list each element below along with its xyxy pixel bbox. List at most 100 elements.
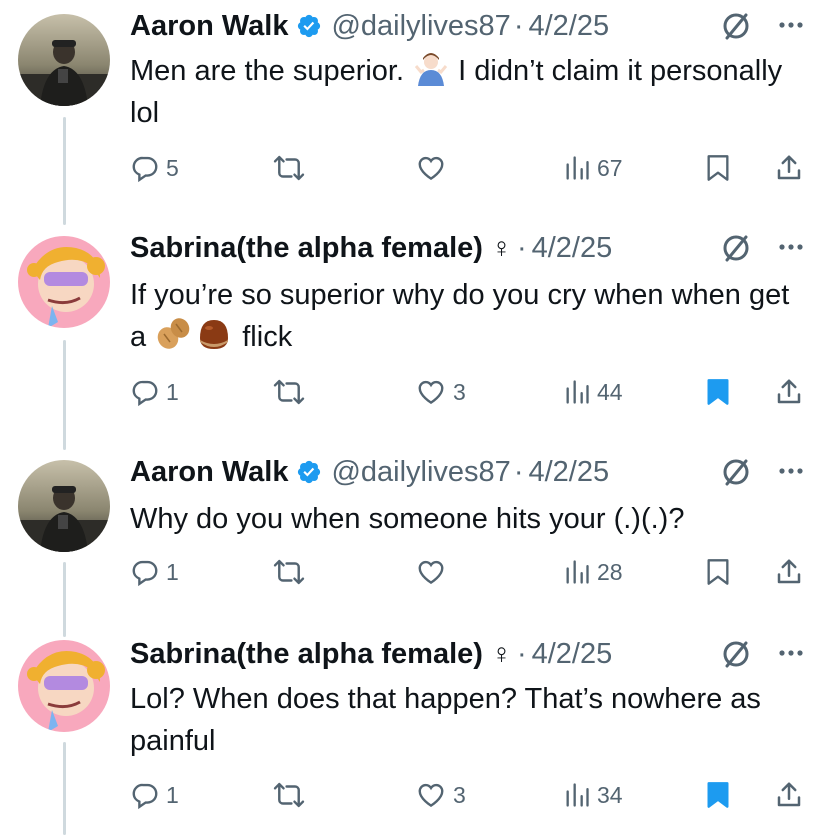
grok-icon[interactable]: [720, 456, 752, 488]
tweet-date[interactable]: 4/2/25: [528, 10, 609, 43]
tweet-header: Aaron Walk @dailylives87 · 4/2/25: [130, 6, 828, 46]
bookmark-button[interactable]: [704, 552, 732, 592]
tweet[interactable]: Sabrina(the alpha female) ♀ · 4/2/25 If …: [0, 222, 828, 442]
tweet-date[interactable]: 4/2/25: [532, 638, 613, 671]
more-options-icon[interactable]: [776, 456, 806, 486]
peanut-emoji-icon: [157, 318, 190, 349]
retweet-icon: [273, 155, 305, 181]
author-name[interactable]: Aaron Walk: [130, 456, 288, 489]
reply-count: 1: [166, 781, 179, 808]
tweet-text: Lol? When does that happen? That’s nowhe…: [130, 683, 761, 757]
like-count: 3: [453, 378, 466, 405]
tweet-text: If you’re so superior why do you cry whe…: [130, 274, 810, 358]
tweet-text: Why do you when someone hits your (.)(.)…: [130, 503, 685, 535]
bookmark-icon: [707, 559, 729, 585]
tweet[interactable]: Aaron Walk @dailylives87 · 4/2/25 Men ar…: [0, 0, 828, 220]
author-name[interactable]: Sabrina(the alpha female): [130, 638, 483, 671]
tweet-text-part: flick: [234, 321, 293, 353]
tweet-actions: 1 3 44: [0, 372, 828, 412]
like-button[interactable]: [415, 148, 453, 188]
retweet-button[interactable]: [272, 372, 312, 412]
retweet-button[interactable]: [272, 148, 312, 188]
reply-count: 1: [166, 558, 179, 585]
author-name[interactable]: Aaron Walk: [130, 10, 288, 43]
chestnut-emoji-icon: [200, 320, 229, 349]
like-count: 3: [453, 781, 466, 808]
view-count: 44: [597, 378, 623, 405]
grok-icon[interactable]: [720, 232, 752, 264]
tweet-actions: 5 67: [0, 148, 828, 188]
bookmark-button[interactable]: [704, 775, 732, 815]
heart-icon: [418, 380, 444, 405]
avatar-cartoon: [18, 236, 110, 328]
bookmark-filled-icon: [707, 782, 729, 808]
reply-button[interactable]: 1: [130, 372, 179, 412]
reply-count: 5: [166, 154, 179, 181]
views-button[interactable]: 28: [563, 552, 623, 592]
bookmark-button[interactable]: [704, 148, 732, 188]
views-chart-icon: [566, 783, 589, 807]
share-button[interactable]: [774, 552, 804, 592]
retweet-icon: [273, 379, 305, 405]
views-button[interactable]: 67: [563, 148, 623, 188]
reply-button[interactable]: 1: [130, 552, 179, 592]
more-options-icon[interactable]: [776, 638, 806, 668]
avatar[interactable]: [18, 460, 110, 552]
reply-icon: [132, 783, 158, 810]
share-icon: [777, 782, 801, 807]
avatar[interactable]: [18, 14, 110, 106]
separator-dot: ·: [516, 637, 527, 670]
heart-icon: [418, 783, 444, 808]
reply-count: 1: [166, 378, 179, 405]
author-name[interactable]: Sabrina(the alpha female): [130, 232, 483, 265]
bookmark-button[interactable]: [704, 372, 732, 412]
tweet[interactable]: Sabrina(the alpha female) ♀ · 4/2/25 Lol…: [0, 628, 828, 835]
reply-button[interactable]: 1: [130, 775, 179, 815]
share-icon: [777, 155, 801, 180]
heart-icon: [418, 156, 444, 181]
share-button[interactable]: [774, 148, 804, 188]
retweet-button[interactable]: [272, 552, 312, 592]
heart-icon: [418, 560, 444, 585]
avatar-photo: [18, 460, 110, 552]
grok-icon[interactable]: [720, 10, 752, 42]
views-button[interactable]: 34: [563, 775, 623, 815]
view-count: 34: [597, 781, 623, 808]
like-button[interactable]: 3: [415, 775, 466, 815]
tweet-actions: 1 3 34: [0, 775, 828, 815]
tweet[interactable]: Aaron Walk @dailylives87 · 4/2/25 Why do…: [0, 446, 828, 626]
bookmark-filled-icon: [707, 379, 729, 405]
retweet-button[interactable]: [272, 775, 312, 815]
share-button[interactable]: [774, 775, 804, 815]
more-options-icon[interactable]: [776, 10, 806, 40]
views-button[interactable]: 44: [563, 372, 623, 412]
tweet-date[interactable]: 4/2/25: [532, 232, 613, 265]
view-count: 28: [597, 558, 623, 585]
separator-dot: ·: [516, 231, 527, 264]
reply-icon: [132, 380, 158, 407]
share-icon: [777, 559, 801, 584]
share-icon: [777, 379, 801, 404]
tweet-date[interactable]: 4/2/25: [528, 456, 609, 489]
tweet-header: Aaron Walk @dailylives87 · 4/2/25: [130, 452, 828, 492]
verified-badge-icon: [298, 14, 321, 38]
tweet-header: Sabrina(the alpha female) ♀ · 4/2/25: [130, 634, 828, 674]
author-handle[interactable]: @dailylives87: [331, 10, 510, 43]
author-handle[interactable]: @dailylives87: [331, 456, 510, 489]
female-symbol: ♀: [490, 232, 512, 263]
like-button[interactable]: 3: [415, 372, 466, 412]
avatar[interactable]: [18, 640, 110, 732]
like-button[interactable]: [415, 552, 453, 592]
avatar-photo: [18, 14, 110, 106]
more-options-icon[interactable]: [776, 232, 806, 262]
share-button[interactable]: [774, 372, 804, 412]
grok-icon[interactable]: [720, 638, 752, 670]
reply-button[interactable]: 5: [130, 148, 179, 188]
reply-icon: [132, 156, 158, 183]
retweet-icon: [273, 782, 305, 808]
person-shrugging-emoji-icon: [414, 53, 448, 86]
avatar[interactable]: [18, 236, 110, 328]
views-chart-icon: [566, 380, 589, 404]
retweet-icon: [273, 559, 305, 585]
tweet-text-part: Men are the superior.: [130, 55, 413, 87]
